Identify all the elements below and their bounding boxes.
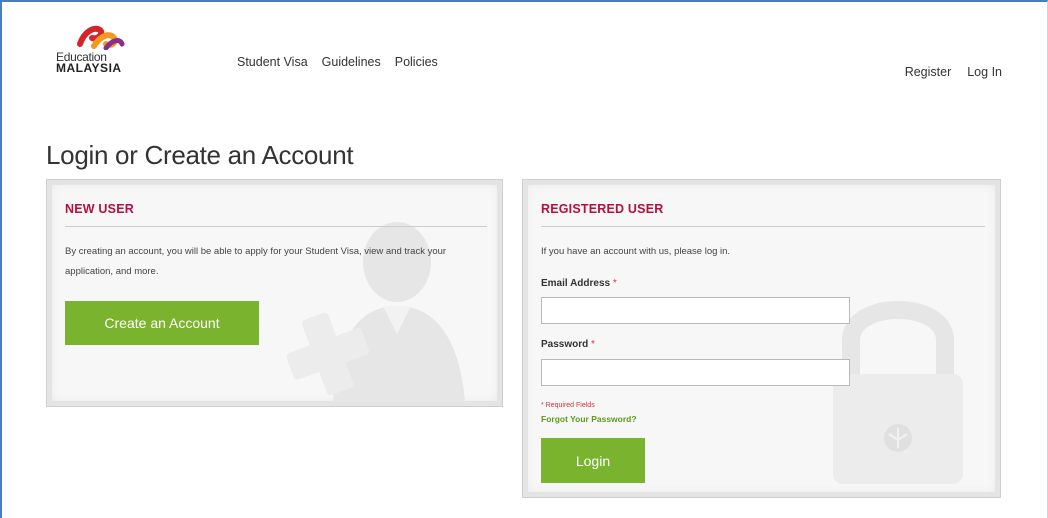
education-malaysia-logo[interactable]: Education MALAYSIA	[56, 22, 136, 78]
new-user-divider	[65, 226, 487, 227]
required-fields-note: * Required Fields	[541, 402, 595, 409]
password-required-marker: *	[591, 339, 595, 350]
register-link[interactable]: Register	[905, 65, 952, 79]
nav-guidelines[interactable]: Guidelines	[322, 55, 381, 69]
main-nav: Student Visa Guidelines Policies	[237, 55, 438, 69]
create-account-button[interactable]: Create an Account	[65, 301, 259, 345]
logo-swirl-icon	[77, 25, 125, 50]
email-field[interactable]	[541, 297, 850, 324]
password-label: Password *	[541, 339, 595, 350]
new-user-heading: NEW USER	[65, 202, 134, 216]
registered-user-panel: REGISTERED USER If you have an account w…	[522, 179, 1001, 498]
login-button[interactable]: Login	[541, 438, 645, 483]
login-link[interactable]: Log In	[967, 65, 1002, 79]
nav-policies[interactable]: Policies	[395, 55, 438, 69]
auth-links: Register Log In	[905, 65, 1002, 79]
new-user-panel: NEW USER By creating an account, you wil…	[46, 179, 503, 407]
email-label: Email Address *	[541, 278, 617, 289]
nav-student-visa[interactable]: Student Visa	[237, 55, 308, 69]
logo-text-malaysia: MALAYSIA	[56, 61, 122, 75]
registered-user-divider	[541, 226, 985, 227]
page-title: Login or Create an Account	[46, 140, 354, 170]
email-required-marker: *	[612, 278, 617, 289]
email-label-text: Email Address	[541, 278, 611, 289]
password-label-text: Password	[541, 339, 589, 350]
password-field[interactable]	[541, 359, 850, 386]
new-user-description: By creating an account, you will be able…	[65, 246, 447, 277]
forgot-password-link[interactable]: Forgot Your Password?	[541, 414, 637, 424]
registered-user-intro: If you have an account with us, please l…	[541, 246, 731, 257]
registered-user-heading: REGISTERED USER	[541, 202, 664, 216]
user-plus-icon	[286, 222, 465, 402]
